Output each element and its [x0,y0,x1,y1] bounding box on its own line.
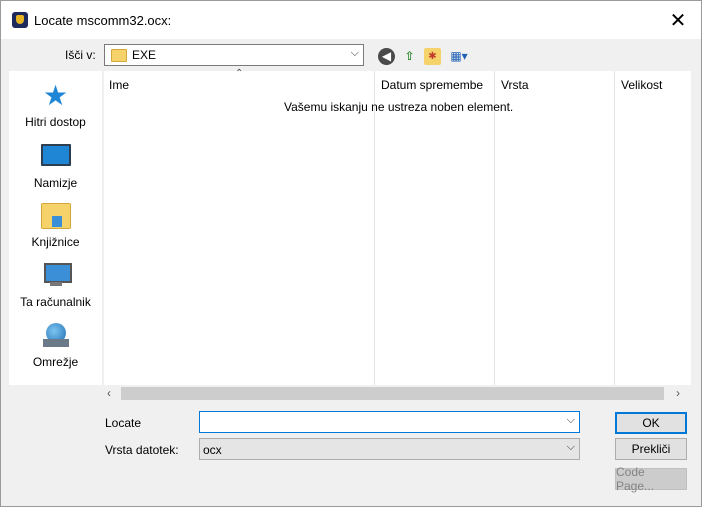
app-icon [12,12,28,28]
scroll-left-icon[interactable]: ‹ [107,386,111,400]
place-desktop[interactable]: Namizje [9,144,102,190]
code-page-button[interactable]: Code Page... [615,465,687,493]
horizontal-scrollbar[interactable]: ‹ › [104,385,691,402]
filetype-value: ocx [203,443,222,457]
locate-file-dialog: Locate mscomm32.ocx: ✕ Išči v: EXE ⌵ ◀ ⇧… [0,0,702,507]
ok-button[interactable]: OK [615,412,687,434]
column-divider[interactable] [614,71,615,385]
place-this-pc[interactable]: Ta računalnik [9,263,102,309]
place-label: Hitri dostop [25,115,86,129]
network-icon [41,323,71,349]
new-folder-icon[interactable]: ✱ [424,47,441,65]
desktop-icon [40,144,71,166]
place-label: Ta računalnik [20,295,91,309]
title-bar: Locate mscomm32.ocx: ✕ [1,1,701,39]
place-label: Omrežje [32,355,79,369]
up-folder-icon[interactable]: ⇧ [401,48,418,65]
chevron-down-icon: ⌵ [566,441,575,453]
column-header-name[interactable]: Ime [109,78,129,92]
look-in-value: EXE [132,48,157,62]
sort-ascending-icon: ⌃ [235,68,244,79]
places-bar: ★ Hitri dostop Namizje Knjižnice Ta raču… [9,71,102,385]
place-label: Knjižnice [31,235,80,249]
column-divider[interactable] [494,71,495,385]
chevron-down-icon: ⌵ [350,47,359,59]
window-title: Locate mscomm32.ocx: [34,13,172,28]
place-quick-access[interactable]: ★ Hitri dostop [9,80,102,130]
place-libraries[interactable]: Knjižnice [9,203,102,249]
filename-input[interactable]: ⌵ [199,411,580,433]
filetype-label: Vrsta datotek: [105,443,179,457]
quick-access-star-icon: ★ [42,80,69,111]
back-icon[interactable]: ◀ [378,47,395,65]
place-network[interactable]: Omrežje [9,323,102,369]
column-header-type[interactable]: Vrsta [501,78,529,92]
cancel-button[interactable]: Prekliči [615,438,687,460]
file-list[interactable]: ⌃ Ime Datum spremembe Vrsta Velikost Vaš… [104,68,691,385]
filename-label: Locate [105,416,142,430]
scroll-right-icon[interactable]: › [676,386,680,400]
column-header-size[interactable]: Velikost [621,78,662,92]
libraries-icon [40,203,71,229]
place-label: Namizje [33,176,78,190]
view-menu-icon[interactable]: ▦▾ [447,48,471,65]
chevron-down-icon[interactable]: ⌵ [567,414,575,427]
look-in-dropdown[interactable]: EXE ⌵ [104,44,364,66]
close-button[interactable]: ✕ [655,1,701,39]
look-in-label: Išči v: [65,48,96,62]
column-header-date[interactable]: Datum spremembe [381,78,483,92]
folder-icon [111,49,127,62]
scrollbar-thumb[interactable] [121,387,664,400]
navigation-toolbar: ◀ ⇧ ✱ ▦▾ [378,46,471,66]
filetype-dropdown[interactable]: ocx ⌵ [199,438,580,460]
column-divider[interactable] [374,71,375,385]
computer-icon [41,263,72,289]
empty-folder-message: Vašemu iskanju ne ustreza noben element. [284,100,514,114]
